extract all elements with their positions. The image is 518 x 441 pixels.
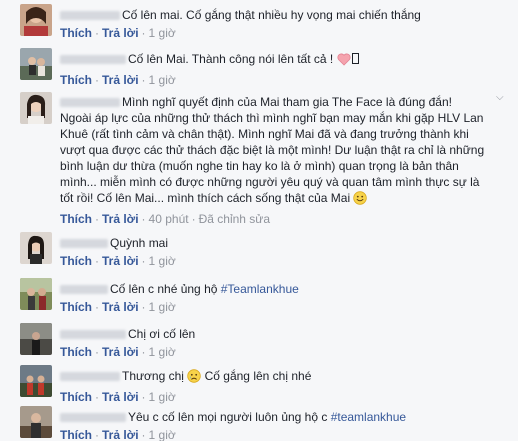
comment-item: ⌵ Mình nghĩ quyết định của Mai tham gia … xyxy=(0,90,518,226)
separator: · xyxy=(141,254,146,268)
commenter-name[interactable] xyxy=(60,55,126,65)
separator: · xyxy=(95,26,99,40)
comment-text: Cố lên c nhé ủng hộ #Teamlankhue xyxy=(60,281,492,297)
separator: · xyxy=(95,73,99,87)
separator: · xyxy=(95,300,99,314)
commenter-name[interactable] xyxy=(60,239,108,249)
reply-link[interactable]: Trả lời xyxy=(102,390,139,404)
like-link[interactable]: Thích xyxy=(60,345,92,359)
reply-link[interactable]: Trả lời xyxy=(102,300,139,314)
separator: · xyxy=(141,390,146,404)
like-link[interactable]: Thích xyxy=(60,73,92,87)
separator: · xyxy=(95,428,99,441)
timestamp[interactable]: 1 giờ xyxy=(149,428,176,441)
comment-list: Cố lên mai. Cố gắng thật nhiều hy vọng m… xyxy=(0,0,518,441)
timestamp[interactable]: 1 giờ xyxy=(149,254,176,268)
separator: · xyxy=(191,212,196,226)
chevron-down-icon[interactable]: ⌵ xyxy=(496,93,506,103)
separator: · xyxy=(141,212,146,226)
timestamp[interactable]: 40 phút xyxy=(149,212,189,226)
timestamp[interactable]: 1 giờ xyxy=(149,345,176,359)
like-link[interactable]: Thích xyxy=(60,390,92,404)
comment-text: Cố lên mai. Cố gắng thật nhiều hy vọng m… xyxy=(60,7,492,23)
comment-item: Cố lên c nhé ủng hộ #Teamlankhue Thích · T… xyxy=(0,276,518,316)
comment-actions: Thích · Trả lời · 1 giờ xyxy=(60,26,492,41)
separator: · xyxy=(141,345,146,359)
comment-text: Cố lên Mai. Thành công nói lên tất cả ! xyxy=(60,51,492,70)
separator: · xyxy=(95,254,99,268)
commenter-name[interactable] xyxy=(60,372,120,382)
comment-actions: Thích · Trả lời · 1 giờ xyxy=(60,390,492,405)
reply-link[interactable]: Trả lời xyxy=(102,254,139,268)
commenter-name[interactable] xyxy=(60,11,120,21)
commenter-name[interactable] xyxy=(60,285,108,295)
avatar[interactable] xyxy=(20,278,52,310)
comment-item: Chị ơi cố lên Thích · Trả lời · 1 giờ xyxy=(0,321,518,361)
separator: · xyxy=(95,390,99,404)
smile-icon xyxy=(353,191,368,209)
separator: · xyxy=(141,428,146,441)
avatar[interactable] xyxy=(20,232,52,264)
separator: · xyxy=(141,73,146,87)
comment-actions: Thích · Trả lời · 1 giờ xyxy=(60,73,492,88)
comment-actions: Thích · Trả lời · 40 phút · Đã chỉnh sửa xyxy=(60,212,492,227)
like-link[interactable]: Thích xyxy=(60,26,92,40)
comment-actions: Thích · Trả lời · 1 giờ xyxy=(60,345,492,360)
separator: · xyxy=(95,345,99,359)
comment-text: Thương chị Cố gắng lên chị nhé xyxy=(60,368,492,387)
hashtag-link[interactable]: #Teamlankhue xyxy=(221,282,299,296)
timestamp[interactable]: 1 giờ xyxy=(149,300,176,314)
commenter-name[interactable] xyxy=(60,98,120,108)
comment-actions: Thích · Trả lời · 1 giờ xyxy=(60,254,492,269)
comment-text: Mình nghĩ quyết định của Mai tham gia Th… xyxy=(60,94,492,209)
heart-icon xyxy=(337,53,351,70)
comment-text: Yêu c cố lên mọi người luôn ủng hộ c #te… xyxy=(60,409,492,425)
like-link[interactable]: Thích xyxy=(60,254,92,268)
avatar[interactable] xyxy=(20,4,52,36)
avatar[interactable] xyxy=(20,48,52,80)
comment-item: Yêu c cố lên mọi người luôn ủng hộ c #te… xyxy=(0,404,518,441)
commenter-name[interactable] xyxy=(60,413,126,423)
avatar[interactable] xyxy=(20,406,52,438)
avatar[interactable] xyxy=(20,365,52,397)
like-link[interactable]: Thích xyxy=(60,428,92,441)
comment-text: Chị ơi cố lên xyxy=(60,326,492,342)
avatar[interactable] xyxy=(20,92,52,124)
edited-link[interactable]: Đã chỉnh sửa xyxy=(199,212,270,226)
comment-text: Quỳnh mai xyxy=(60,235,492,251)
timestamp[interactable]: 1 giờ xyxy=(149,26,176,40)
commenter-name[interactable] xyxy=(60,330,126,340)
unrendered-glyph-icon xyxy=(351,53,359,64)
reply-link[interactable]: Trả lời xyxy=(102,428,139,441)
crying-face-icon xyxy=(187,369,201,387)
reply-link[interactable]: Trả lời xyxy=(102,345,139,359)
separator: · xyxy=(141,26,146,40)
timestamp[interactable]: 1 giờ xyxy=(149,73,176,87)
comment-item: Cố lên Mai. Thành công nói lên tất cả ! … xyxy=(0,46,518,88)
comment-actions: Thích · Trả lời · 1 giờ xyxy=(60,428,492,441)
comment-actions: Thích · Trả lời · 1 giờ xyxy=(60,300,492,315)
reply-link[interactable]: Trả lời xyxy=(102,73,139,87)
like-link[interactable]: Thích xyxy=(60,212,92,226)
comment-item: Quỳnh mai Thích · Trả lời · 1 giờ xyxy=(0,230,518,270)
reply-link[interactable]: Trả lời xyxy=(102,26,139,40)
separator: · xyxy=(141,300,146,314)
hashtag-link[interactable]: #teamlankhue xyxy=(331,410,406,424)
comment-item: Thương chị Cố gắng lên chị nhé Thích · Trả… xyxy=(0,363,518,405)
comment-item: Cố lên mai. Cố gắng thật nhiều hy vọng m… xyxy=(0,2,518,42)
reply-link[interactable]: Trả lời xyxy=(102,212,139,226)
separator: · xyxy=(95,212,99,226)
avatar[interactable] xyxy=(20,323,52,355)
timestamp[interactable]: 1 giờ xyxy=(149,390,176,404)
like-link[interactable]: Thích xyxy=(60,300,92,314)
